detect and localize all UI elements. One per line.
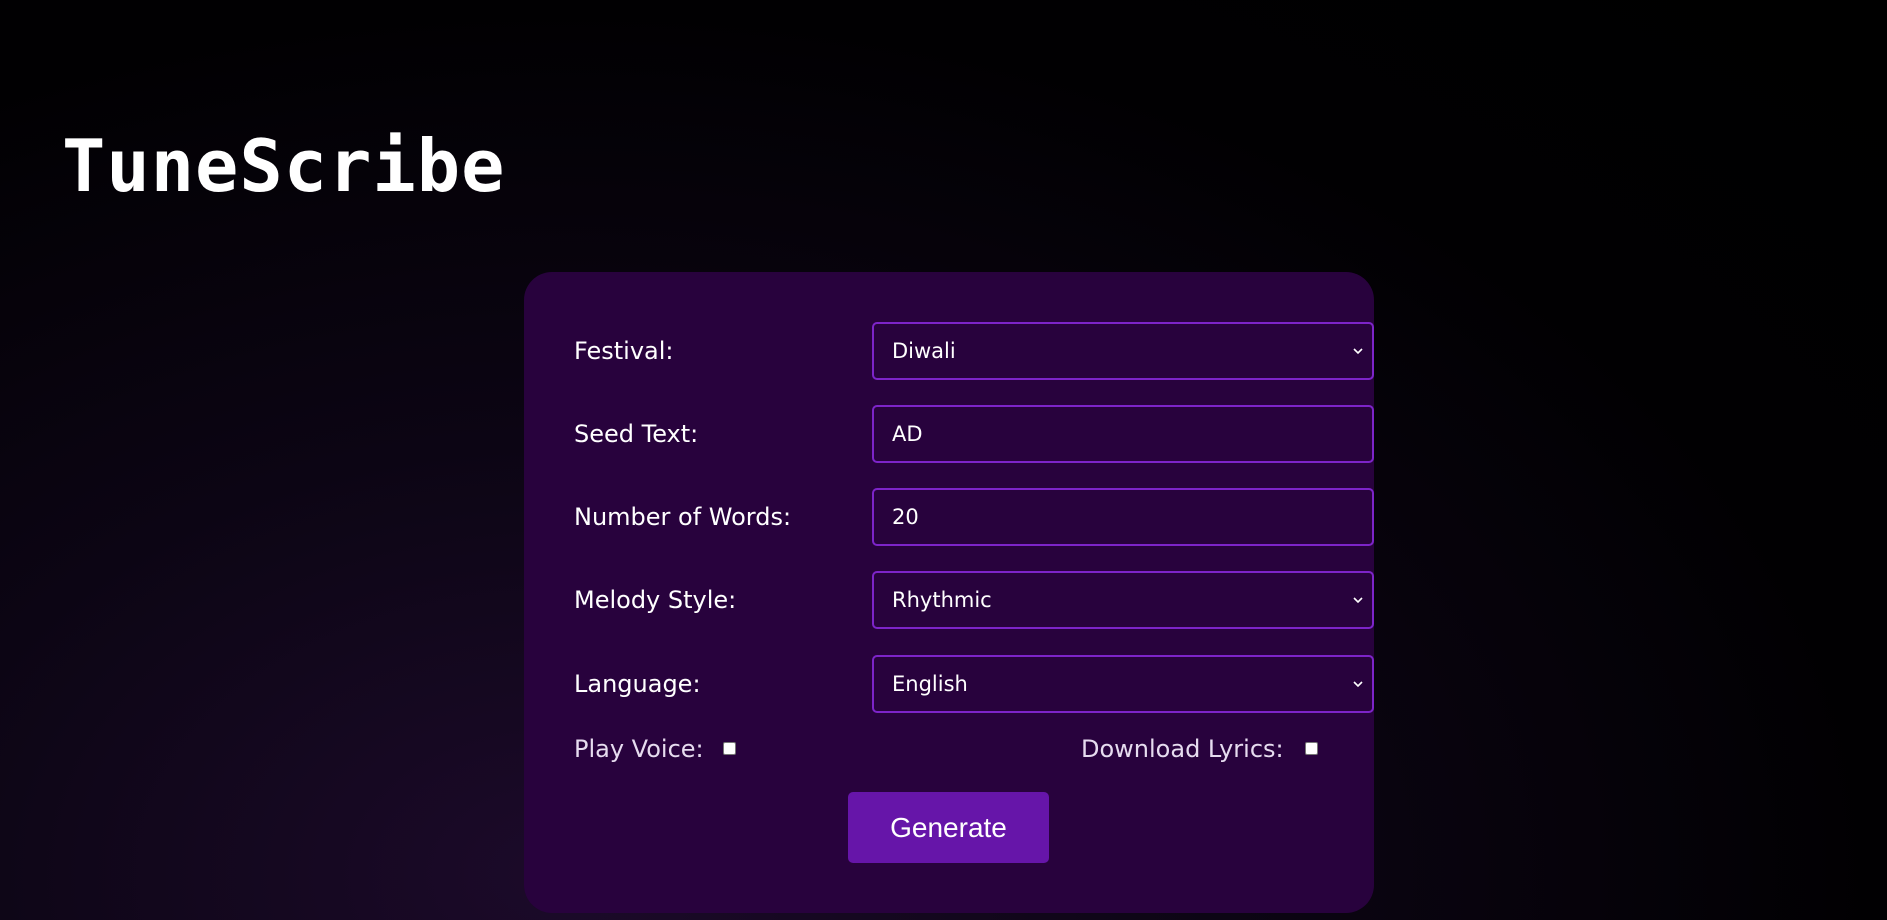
festival-select[interactable]: Diwali	[872, 322, 1374, 380]
number-of-words-row: Number of Words:	[574, 488, 1374, 546]
seed-text-row: Seed Text:	[574, 405, 1374, 463]
options-row: Play Voice: Download Lyrics:	[574, 729, 1324, 769]
chevron-down-icon	[1353, 595, 1363, 605]
download-lyrics-checkbox[interactable]	[1305, 742, 1318, 755]
play-voice-checkbox[interactable]	[723, 742, 736, 755]
melody-style-row: Melody Style: Rhythmic	[574, 571, 1374, 629]
play-voice-label: Play Voice:	[574, 735, 704, 763]
melody-style-select[interactable]: Rhythmic	[872, 571, 1374, 629]
festival-row: Festival: Diwali	[574, 322, 1374, 380]
language-select[interactable]: English	[872, 655, 1374, 713]
seed-text-input[interactable]	[872, 405, 1374, 463]
melody-style-selected-value: Rhythmic	[892, 588, 992, 612]
seed-text-label: Seed Text:	[574, 420, 699, 448]
number-of-words-input[interactable]	[872, 488, 1374, 546]
download-lyrics-label: Download Lyrics:	[1081, 735, 1284, 763]
chevron-down-icon	[1353, 346, 1363, 356]
festival-selected-value: Diwali	[892, 339, 956, 363]
melody-style-label: Melody Style:	[574, 586, 737, 614]
language-row: Language: English	[574, 655, 1374, 713]
chevron-down-icon	[1353, 679, 1363, 689]
app-title: TuneScribe	[62, 124, 506, 208]
festival-label: Festival:	[574, 337, 674, 365]
generate-button[interactable]: Generate	[848, 792, 1049, 863]
language-label: Language:	[574, 670, 701, 698]
language-selected-value: English	[892, 672, 968, 696]
lyrics-form-card: Festival: Diwali Seed Text: Number of Wo…	[524, 272, 1374, 913]
number-of-words-label: Number of Words:	[574, 503, 792, 531]
